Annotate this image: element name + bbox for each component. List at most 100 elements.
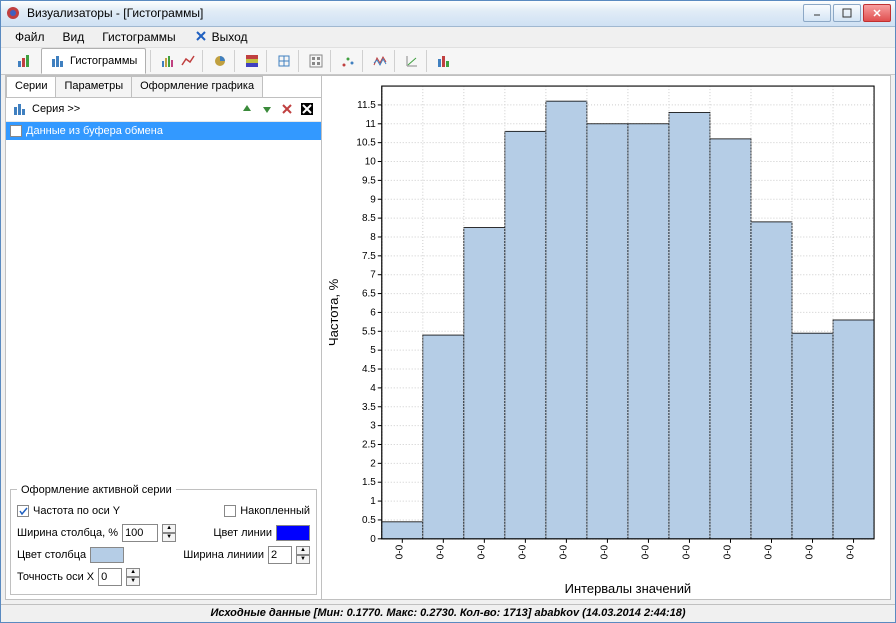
tool-icon-5[interactable] — [274, 51, 294, 71]
svg-text:7.5: 7.5 — [362, 250, 376, 261]
tab-series[interactable]: Серии — [6, 76, 56, 97]
svg-text:Интервалы значений: Интервалы значений — [565, 581, 692, 596]
bar-width-label: Ширина столбца, % — [17, 527, 118, 539]
tool-icon-9[interactable] — [402, 51, 422, 71]
tool-icon-8[interactable] — [370, 51, 390, 71]
svg-text:8: 8 — [370, 232, 376, 243]
up-arrow-icon[interactable] — [239, 101, 255, 117]
series-checkbox[interactable] — [10, 125, 22, 137]
series-icon — [12, 101, 28, 117]
freq-y-checkbox[interactable] — [17, 505, 29, 517]
bar-width-input[interactable] — [122, 524, 158, 542]
svg-text:5: 5 — [370, 345, 376, 356]
x-prec-input[interactable] — [98, 568, 122, 586]
tab-label: Гистограммы — [70, 55, 137, 67]
tool-icon-7[interactable] — [338, 51, 358, 71]
down-arrow-icon[interactable] — [259, 101, 275, 117]
svg-text:1.5: 1.5 — [362, 477, 376, 488]
x-prec-label: Точность оси X — [17, 571, 94, 583]
svg-text:Частота, %: Частота, % — [326, 278, 341, 346]
statusbar: Исходные данные [Мин: 0.1770. Макс: 0.27… — [1, 604, 895, 622]
minimize-button[interactable] — [803, 4, 831, 22]
separator — [426, 50, 430, 72]
group-title: Оформление активной серии — [17, 484, 176, 496]
x-prec-spinner[interactable]: ▲▼ — [126, 568, 140, 586]
tab-params[interactable]: Параметры — [55, 76, 132, 97]
line-color-label: Цвет линии — [213, 527, 272, 539]
histogram-chart: 00.511.522.533.544.555.566.577.588.599.5… — [322, 76, 890, 599]
active-series-group: Оформление активной серии Частота по оси… — [10, 489, 317, 595]
line-width-input[interactable] — [268, 546, 292, 564]
svg-text:0-0: 0-0 — [517, 544, 528, 559]
tab-design[interactable]: Оформление графика — [131, 76, 263, 97]
series-toolbar: Серия >> — [6, 98, 321, 122]
accum-label: Накопленный — [240, 505, 310, 517]
tool-icon-2[interactable] — [178, 51, 198, 71]
bar-color-swatch[interactable] — [90, 547, 124, 563]
bar-width-spinner[interactable]: ▲▼ — [162, 524, 176, 542]
line-width-spinner[interactable]: ▲▼ — [296, 546, 310, 564]
separator — [362, 50, 366, 72]
app-icon — [5, 5, 21, 21]
separator — [298, 50, 302, 72]
line-width-label: Ширина линиии — [183, 549, 264, 561]
svg-text:0-0: 0-0 — [640, 544, 651, 559]
histogram-icon — [50, 53, 66, 69]
clear-icon[interactable] — [299, 101, 315, 117]
window-title: Визуализаторы - [Гистограммы] — [27, 6, 803, 20]
left-pane: Серии Параметры Оформление графика Серия… — [6, 76, 322, 599]
svg-text:10.5: 10.5 — [356, 137, 376, 148]
svg-text:0: 0 — [370, 533, 376, 544]
toolbar-tab-histograms[interactable]: Гистограммы — [41, 48, 146, 74]
svg-text:11.5: 11.5 — [357, 99, 376, 110]
svg-text:0-0: 0-0 — [764, 544, 775, 559]
svg-text:0-0: 0-0 — [846, 544, 857, 559]
tool-icon-1[interactable] — [158, 51, 178, 71]
svg-text:0-0: 0-0 — [435, 544, 446, 559]
bars-icon — [16, 53, 32, 69]
tool-icon-3[interactable] — [210, 51, 230, 71]
svg-text:6.5: 6.5 — [362, 288, 376, 299]
separator — [234, 50, 238, 72]
menu-histograms[interactable]: Гистограммы — [94, 28, 183, 46]
delete-icon[interactable] — [279, 101, 295, 117]
toolbar-tab-1[interactable] — [7, 48, 41, 74]
list-item[interactable]: Данные из буфера обмена — [6, 122, 321, 140]
series-item-label: Данные из буфера обмена — [26, 125, 163, 137]
series-button[interactable]: Серия >> — [32, 103, 80, 115]
svg-text:0-0: 0-0 — [394, 544, 405, 559]
svg-text:9.5: 9.5 — [362, 175, 376, 186]
accum-checkbox[interactable] — [224, 505, 236, 517]
freq-y-label: Частота по оси Y — [33, 505, 120, 517]
tool-icon-4[interactable] — [242, 51, 262, 71]
menu-view[interactable]: Вид — [55, 28, 93, 46]
svg-text:0.5: 0.5 — [362, 514, 376, 525]
menubar: Файл Вид Гистограммы Выход — [1, 27, 895, 47]
svg-text:3.5: 3.5 — [362, 401, 376, 412]
separator — [266, 50, 270, 72]
series-list: Данные из буфера обмена — [6, 122, 321, 485]
svg-text:8.5: 8.5 — [362, 213, 376, 224]
separator — [394, 50, 398, 72]
svg-text:7: 7 — [370, 269, 376, 280]
tool-icon-10[interactable] — [434, 51, 454, 71]
svg-text:0-0: 0-0 — [599, 544, 610, 559]
separator — [150, 50, 154, 72]
line-color-swatch[interactable] — [276, 525, 310, 541]
bar-color-label: Цвет столбца — [17, 549, 86, 561]
close-button[interactable] — [863, 4, 891, 22]
menu-file[interactable]: Файл — [7, 28, 53, 46]
exit-icon — [194, 29, 208, 43]
svg-text:0-0: 0-0 — [681, 544, 692, 559]
tool-icon-6[interactable] — [306, 51, 326, 71]
app-window: Визуализаторы - [Гистограммы] Файл Вид Г… — [0, 0, 896, 623]
svg-text:11: 11 — [365, 118, 376, 129]
menu-exit[interactable]: Выход — [186, 27, 256, 46]
svg-text:9: 9 — [370, 194, 376, 205]
svg-text:10: 10 — [365, 156, 377, 167]
svg-text:3: 3 — [370, 420, 376, 431]
svg-text:4: 4 — [370, 382, 376, 393]
svg-text:1: 1 — [370, 496, 376, 507]
maximize-button[interactable] — [833, 4, 861, 22]
body-area: Серии Параметры Оформление графика Серия… — [5, 75, 891, 600]
